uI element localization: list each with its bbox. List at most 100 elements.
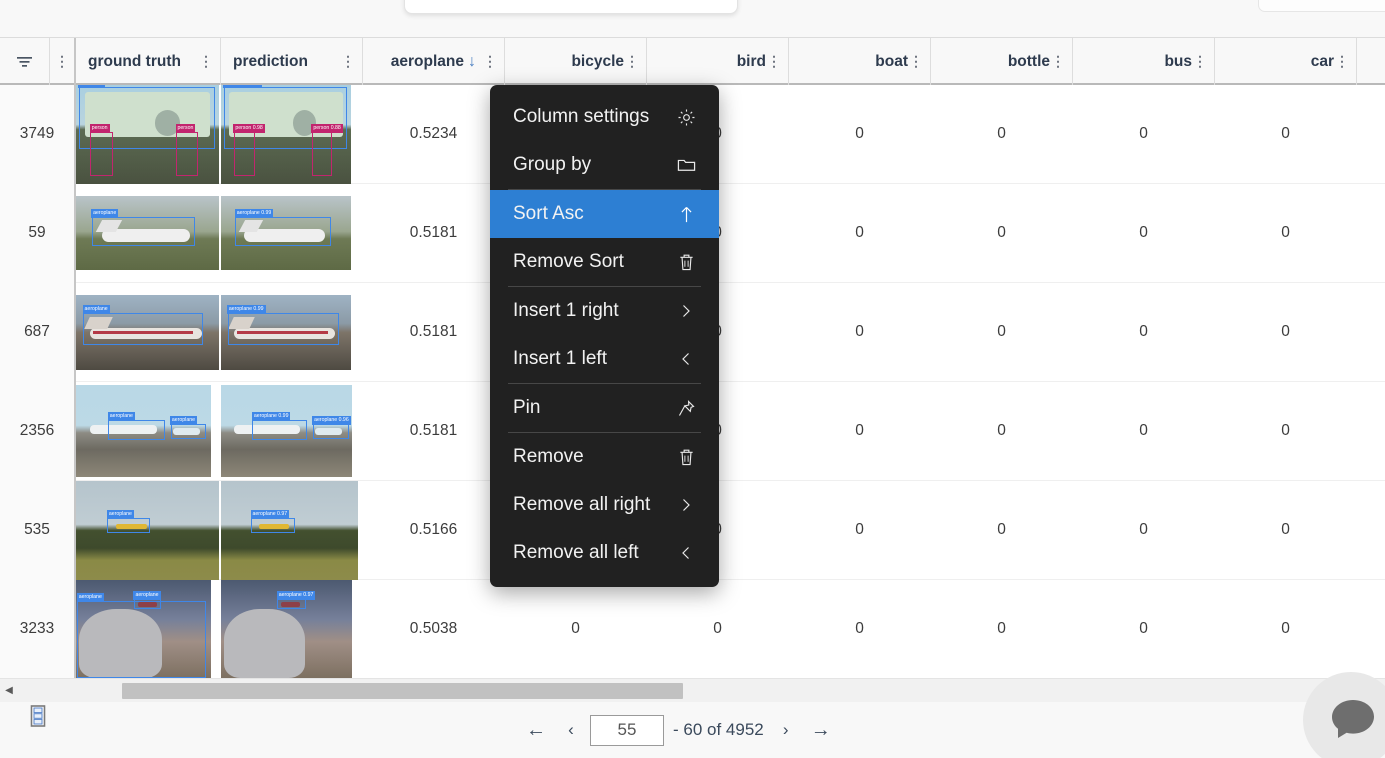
cell-bus: 0	[1139, 224, 1148, 241]
ground-truth-image[interactable]: aeroplane	[76, 283, 221, 382]
column-label-bird: bird	[736, 52, 766, 70]
ground-truth-image[interactable]: aeroplane person person	[76, 85, 221, 184]
prediction-image[interactable]: aeroplane 0.97	[221, 480, 363, 580]
bbox-label: aeroplane	[82, 305, 110, 315]
bbox-label: aeroplane	[107, 411, 135, 421]
prediction-image[interactable]: aeroplane 0.97	[221, 579, 363, 679]
grid-view-icon[interactable]	[30, 705, 46, 727]
cell-bottle: 0	[997, 125, 1006, 142]
previous-page-button[interactable]: ‹	[558, 714, 584, 746]
column-menu-icon-boat[interactable]: ⋮	[908, 54, 924, 69]
column-header-ground-truth[interactable]: ground truth ⋮	[76, 38, 221, 85]
menu-item-pin[interactable]: Pin	[490, 384, 719, 432]
pin-icon	[675, 399, 697, 418]
column-menu-icon-bicycle[interactable]: ⋮	[624, 54, 640, 69]
next-page-button[interactable]: ›	[773, 714, 799, 746]
row-id: 535	[0, 480, 76, 580]
column-header-boat[interactable]: boat ⋮	[789, 38, 931, 85]
column-header-bus[interactable]: bus ⋮	[1073, 38, 1215, 85]
bbox-label: aeroplane 0.97	[250, 510, 290, 520]
column-header-bird[interactable]: bird ⋮	[647, 38, 789, 85]
cell-bus: 0	[1139, 125, 1148, 142]
cell-aeroplane: 0.5181	[409, 422, 458, 439]
chevron-right-icon	[675, 497, 697, 513]
menu-item-remove-all-right[interactable]: Remove all right	[490, 481, 719, 529]
cell-car: 0	[1281, 323, 1290, 340]
column-label-aeroplane: aeroplane	[390, 52, 464, 70]
menu-item-remove-sort[interactable]: Remove Sort	[490, 238, 719, 286]
menu-label-remove-all-right: Remove all right	[513, 494, 651, 515]
sort-descending-icon[interactable]: ↓	[468, 53, 476, 71]
cell-boat: 0	[855, 125, 864, 142]
column-label-car: car	[1310, 52, 1334, 70]
menu-label-remove-sort: Remove Sort	[513, 251, 624, 272]
cell-bottle: 0	[997, 224, 1006, 241]
cell-car: 0	[1281, 224, 1290, 241]
column-label-bicycle: bicycle	[571, 52, 624, 70]
row-id: 687	[0, 282, 76, 382]
menu-label-remove: Remove	[513, 446, 584, 467]
menu-item-group-by[interactable]: Group by	[490, 141, 719, 189]
row-id: 2356	[0, 381, 76, 481]
menu-item-column-settings[interactable]: Column settings	[490, 93, 719, 141]
ground-truth-image[interactable]: aeroplane aeroplane	[76, 382, 221, 481]
column-header-filter[interactable]	[0, 38, 50, 85]
cell-bicycle: 0	[571, 620, 580, 637]
column-menu-icon-prediction[interactable]: ⋮	[340, 54, 356, 69]
menu-label-column-settings: Column settings	[513, 106, 650, 127]
column-context-menu: Column settings Group by Sort Asc Remove…	[490, 85, 719, 587]
column-header-id[interactable]: ⋮	[50, 38, 76, 85]
filter-icon[interactable]	[6, 55, 43, 69]
search-box[interactable]	[404, 0, 738, 14]
column-menu-icon-id[interactable]: ⋮	[54, 54, 70, 69]
column-menu-icon-ground-truth[interactable]: ⋮	[198, 54, 214, 69]
prediction-image[interactable]: aeroplane 0.99 person 0.98 person 0.88	[221, 85, 363, 184]
page-number-input[interactable]	[590, 714, 664, 746]
column-menu-icon-car[interactable]: ⋮	[1334, 54, 1350, 69]
bbox-label: person	[89, 124, 110, 134]
horizontal-scrollbar-thumb[interactable]	[122, 683, 683, 699]
ground-truth-image[interactable]: aeroplane	[76, 480, 221, 580]
ghost-label-right	[900, 0, 1020, 1]
last-page-button[interactable]: →	[805, 714, 837, 746]
column-menu-icon-aeroplane[interactable]: ⋮	[482, 54, 498, 69]
prediction-image[interactable]: aeroplane 0.99	[221, 283, 363, 382]
column-header-bottle[interactable]: bottle ⋮	[931, 38, 1073, 85]
column-menu-icon-bottle[interactable]: ⋮	[1050, 54, 1066, 69]
cell-bus: 0	[1139, 521, 1148, 538]
column-header-aeroplane[interactable]: aeroplane ↓ ⋮	[363, 38, 505, 85]
menu-item-remove[interactable]: Remove	[490, 433, 719, 481]
bbox-label: aeroplane	[91, 208, 119, 218]
column-header-prediction[interactable]: prediction ⋮	[221, 38, 363, 85]
column-menu-icon-bird[interactable]: ⋮	[766, 54, 782, 69]
ghost-label-left	[100, 0, 220, 1]
cell-bus: 0	[1139, 422, 1148, 439]
ground-truth-image[interactable]: aeroplane	[76, 184, 221, 283]
menu-label-group-by: Group by	[513, 154, 592, 175]
prediction-image[interactable]: aeroplane 0.99	[221, 184, 363, 283]
column-header-car[interactable]: car ⋮	[1215, 38, 1357, 85]
menu-item-remove-all-left[interactable]: Remove all left	[490, 529, 719, 577]
menu-item-insert-1-left[interactable]: Insert 1 left	[490, 335, 719, 383]
first-page-button[interactable]: ←	[520, 714, 552, 746]
horizontal-scrollbar[interactable]: ◀	[0, 678, 1385, 702]
scroll-left-arrow-icon[interactable]: ◀	[0, 685, 18, 696]
table-row[interactable]: 3233 aeroplane aeroplane aeroplane 0.97	[0, 579, 1385, 679]
menu-item-sort-asc[interactable]: Sort Asc	[490, 190, 719, 238]
menu-item-insert-1-right[interactable]: Insert 1 right	[490, 287, 719, 335]
column-header-bicycle[interactable]: bicycle ⋮	[505, 38, 647, 85]
top-right-control[interactable]	[1258, 0, 1385, 12]
cell-car: 0	[1281, 125, 1290, 142]
row-id: 59	[0, 183, 76, 283]
trash-icon	[675, 253, 697, 272]
cell-aeroplane: 0.5166	[409, 521, 458, 538]
column-label-bottle: bottle	[1007, 52, 1050, 70]
bbox-label: aeroplane	[76, 593, 104, 603]
chevron-right-icon	[675, 303, 697, 319]
app-root: ⋮ ground truth ⋮ prediction ⋮ aeroplane …	[0, 0, 1385, 758]
prediction-image[interactable]: aeroplane 0.99 aeroplane 0.96	[221, 382, 363, 481]
bbox-label: aeroplane 0.99	[234, 208, 274, 218]
cell-bottle: 0	[997, 323, 1006, 340]
column-menu-icon-bus[interactable]: ⋮	[1192, 54, 1208, 69]
ground-truth-image[interactable]: aeroplane aeroplane	[76, 579, 221, 679]
